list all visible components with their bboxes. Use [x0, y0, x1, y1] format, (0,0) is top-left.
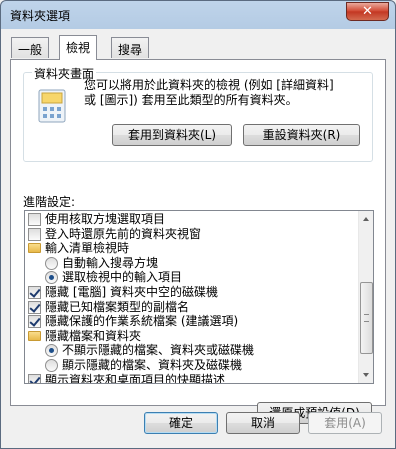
scrollbar-thumb[interactable]: [360, 282, 373, 354]
advanced-setting-row[interactable]: 自動輸入搜尋方塊: [25, 256, 358, 270]
advanced-setting-row[interactable]: 隱藏 [電腦] 資料夾中空的磁碟機: [25, 285, 358, 299]
advanced-setting-row[interactable]: 選取檢視中的輸入項目: [25, 270, 358, 285]
apply-button[interactable]: 套用(A): [308, 412, 382, 434]
close-icon: ✕: [362, 4, 373, 19]
advanced-settings-items: 使用核取方塊選取項目 登入時還原先前的資料夾視窗 輸入清單檢視時 自動輸入搜尋方塊 選取…: [25, 211, 358, 383]
reset-folders-button[interactable]: 重設資料夾(R): [243, 124, 360, 146]
folder-views-group: 資料夾畫面 您可以將用於此資料夾的檢視 (例如 [詳細資料] 或 [圖示]) 套…: [23, 65, 373, 162]
advanced-setting-label: 隱藏保護的作業系統檔案 (建議選項): [45, 314, 239, 329]
advanced-setting-label: 輸入清單檢視時: [45, 241, 130, 256]
advanced-setting-label: 選取檢視中的輸入項目: [62, 270, 183, 285]
folder-views-description: 您可以將用於此資料夾的檢視 (例如 [詳細資料] 或 [圖示]) 套用至此類型的…: [84, 78, 369, 108]
advanced-setting-label: 顯示資料夾和桌面項目的快顯描述: [45, 372, 226, 383]
folder-views-description-line2: 或 [圖示]) 套用至此類型的所有資料夾。: [84, 93, 298, 107]
scroll-up-icon[interactable]: [359, 211, 373, 227]
advanced-setting-label: 登入時還原先前的資料夾視窗: [45, 226, 202, 241]
advanced-setting-row[interactable]: 顯示隱藏的檔案、資料夾及磁碟機: [25, 358, 358, 372]
advanced-setting-row[interactable]: 顯示資料夾和桌面項目的快顯描述: [25, 373, 358, 383]
advanced-settings-label: 進階設定:: [23, 195, 76, 209]
tab-view[interactable]: 檢視: [59, 35, 98, 60]
ok-button[interactable]: 確定: [144, 412, 218, 434]
advanced-setting-row[interactable]: 隱藏保護的作業系統檔案 (建議選項): [25, 314, 358, 329]
cancel-button[interactable]: 取消: [226, 412, 300, 434]
close-button[interactable]: ✕: [346, 2, 389, 21]
advanced-setting-label: 不顯示隱藏的檔案、資料夾或磁碟機: [62, 343, 255, 358]
tab-general[interactable]: 一般: [11, 37, 50, 58]
window-title: 資料夾選項: [10, 9, 71, 23]
folder-views-description-line1: 您可以將用於此資料夾的檢視 (例如 [詳細資料]: [84, 78, 334, 92]
radio-button[interactable]: [45, 256, 58, 270]
advanced-setting-row[interactable]: 隱藏已知檔案類型的副檔名: [25, 300, 358, 314]
checkbox-checked[interactable]: [28, 315, 41, 329]
advanced-setting-label: 隱藏檔案和資料夾: [45, 328, 142, 343]
advanced-setting-label: 隱藏已知檔案類型的副檔名: [45, 299, 190, 314]
advanced-setting-row[interactable]: 使用核取方塊選取項目: [25, 212, 358, 226]
advanced-settings-scrollbar[interactable]: [358, 211, 373, 383]
folder-icon: [28, 243, 41, 254]
advanced-setting-row[interactable]: 登入時還原先前的資料夾視窗: [25, 227, 358, 241]
folder-view-icon: [38, 89, 66, 123]
checkbox-checked[interactable]: [28, 300, 41, 314]
radio-button[interactable]: [45, 359, 58, 372]
advanced-setting-row: 輸入清單檢視時: [25, 241, 358, 255]
checkbox[interactable]: [28, 227, 41, 241]
checkbox-checked[interactable]: [28, 286, 41, 299]
radio-button-selected[interactable]: [45, 344, 58, 358]
apply-to-folders-button[interactable]: 套用到資料夾(L): [112, 124, 232, 146]
radio-button-selected[interactable]: [45, 271, 58, 285]
dialog-client: 一般 檢視 搜尋 資料夾畫面 您可以將用於此資料夾的檢視 (例如 [詳細資料]: [8, 29, 388, 443]
advanced-setting-row: 隱藏檔案和資料夾: [25, 329, 358, 343]
checkbox-checked[interactable]: [28, 373, 41, 383]
advanced-setting-label: 隱藏 [電腦] 資料夾中空的磁碟機: [45, 285, 218, 299]
title-bar[interactable]: 資料夾選項 ✕: [1, 1, 395, 29]
advanced-setting-label: 自動輸入搜尋方塊: [62, 255, 159, 270]
advanced-setting-label: 顯示隱藏的檔案、資料夾及磁碟機: [62, 358, 243, 372]
view-tab-panel: 資料夾畫面 您可以將用於此資料夾的檢視 (例如 [詳細資料] 或 [圖示]) 套…: [10, 59, 386, 424]
folder-icon: [28, 330, 41, 341]
advanced-setting-label: 使用核取方塊選取項目: [45, 212, 166, 226]
scroll-down-icon[interactable]: [359, 367, 373, 383]
folder-options-dialog: 資料夾選項 ✕ 一般 檢視 搜尋 資料夾畫面 您可以將用於此資料夾的檢視 (例如…: [0, 0, 396, 449]
advanced-setting-row[interactable]: 不顯示隱藏的檔案、資料夾或磁碟機: [25, 343, 358, 358]
checkbox[interactable]: [28, 213, 41, 226]
tab-search[interactable]: 搜尋: [111, 37, 150, 58]
advanced-settings-list[interactable]: 使用核取方塊選取項目 登入時還原先前的資料夾視窗 輸入清單檢視時 自動輸入搜尋方塊 選取…: [24, 210, 374, 384]
